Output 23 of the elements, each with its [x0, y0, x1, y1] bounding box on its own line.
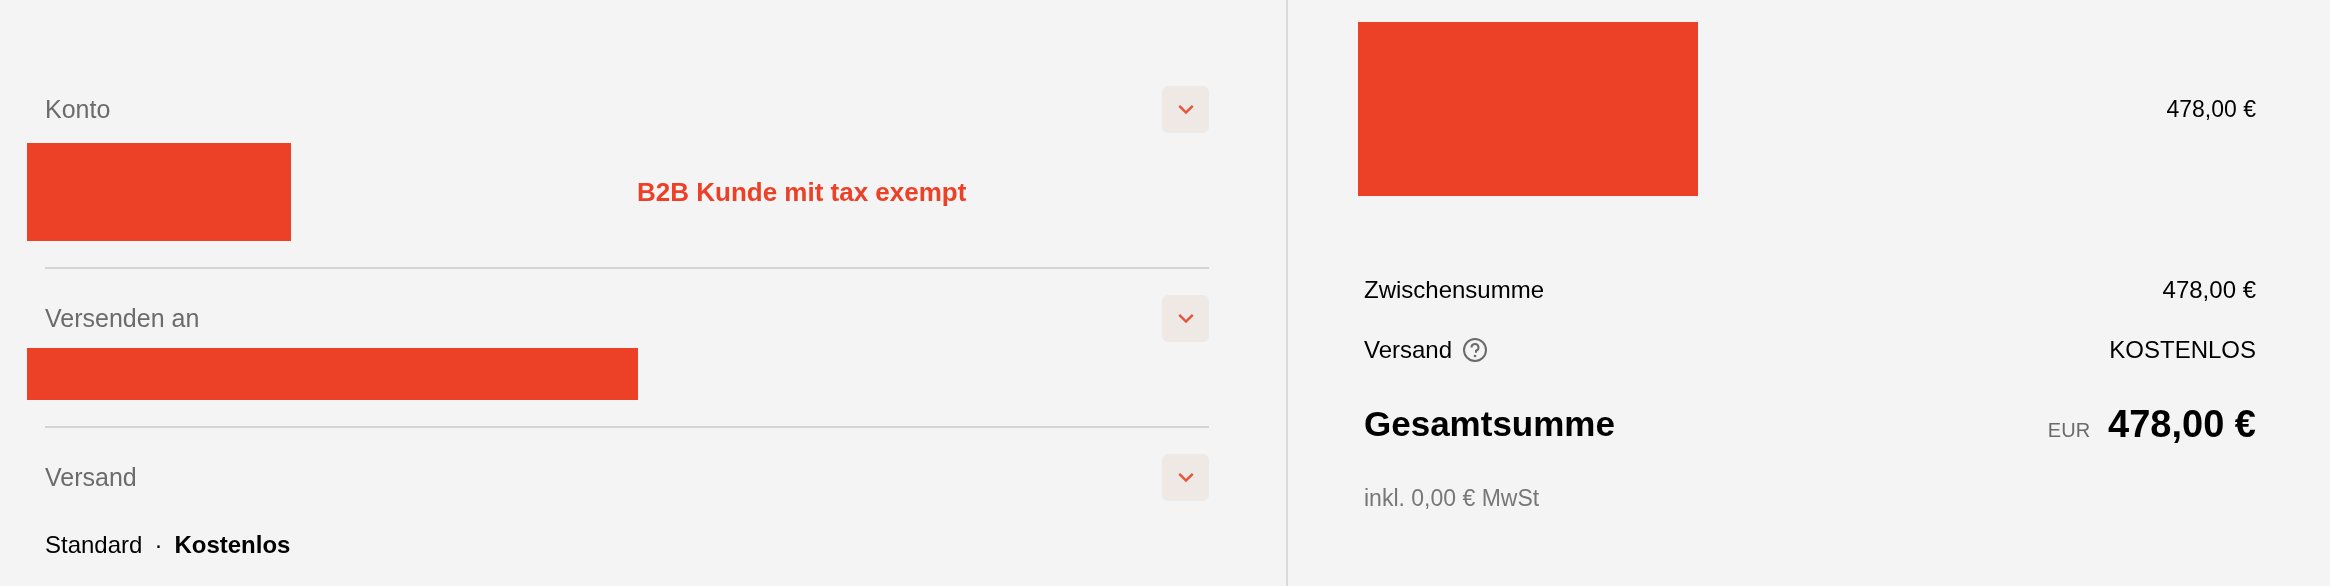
customer-note: B2B Kunde mit tax exempt: [637, 175, 967, 209]
tax-note: inkl. 0,00 € MwSt: [1364, 484, 1541, 513]
separator-dot: ·: [154, 530, 163, 560]
shipping-price: Kostenlos: [174, 530, 291, 560]
section-label: Konto: [45, 93, 111, 125]
item-price: 478,00 €: [2166, 94, 2256, 124]
currency-code: EUR: [2047, 418, 2091, 443]
expand-button[interactable]: [1162, 86, 1209, 133]
expand-button[interactable]: [1162, 454, 1209, 501]
chevron-down-icon: [1176, 472, 1195, 483]
chevron-down-icon: [1176, 313, 1195, 324]
summary-value: 478,00 €: [2162, 275, 2256, 305]
summary-label: Versand: [1364, 335, 1453, 365]
total-value: 478,00 €: [2108, 402, 2256, 447]
summary-label: Zwischensumme: [1364, 275, 1545, 305]
expand-button[interactable]: [1162, 295, 1209, 342]
section-label: Versenden an: [45, 302, 200, 334]
shipping-method: Standard: [45, 530, 143, 560]
help-icon[interactable]: [1462, 337, 1489, 363]
total-label: Gesamtsumme: [1364, 403, 1615, 446]
section-label: Versand: [45, 461, 137, 493]
chevron-down-icon: [1176, 104, 1195, 115]
summary-value: KOSTENLOS: [2109, 335, 2256, 365]
